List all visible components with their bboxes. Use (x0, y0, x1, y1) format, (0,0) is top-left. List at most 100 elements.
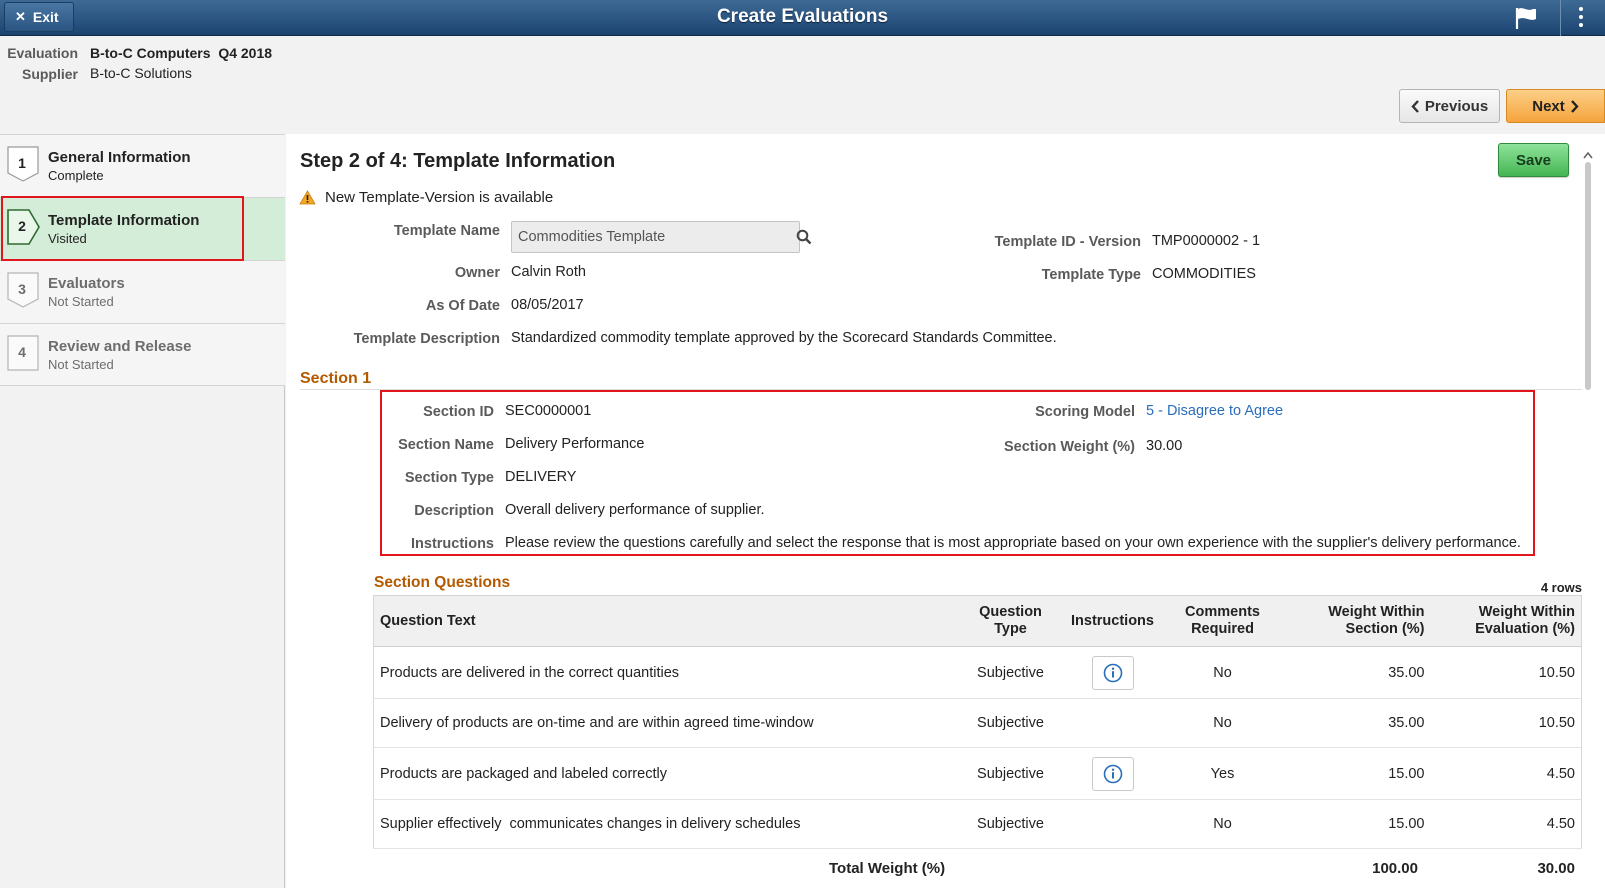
template-type-label: Template Type (1041, 267, 1141, 283)
question-type-cell: Subjective (968, 646, 1053, 699)
scoring-model-link[interactable]: 5 - Disagree to Agree (1146, 403, 1283, 419)
section-description-value: Overall delivery performance of supplier… (505, 502, 765, 518)
column-header-question-type: Question Type (968, 595, 1053, 647)
warning-text: New Template-Version is available (325, 189, 554, 206)
owner-label: Owner (454, 265, 500, 281)
column-header-weight-section: Weight Within Section (%) (1272, 595, 1431, 647)
page-title: Create Evaluations (716, 6, 889, 27)
weight-section-cell: 35.00 (1272, 646, 1431, 699)
save-button[interactable]: Save (1498, 143, 1569, 177)
question-text-cell: Products are delivered in the correct qu… (373, 646, 969, 699)
step-status: Visited (48, 231, 87, 246)
search-icon[interactable] (796, 229, 812, 245)
warning-icon (299, 190, 316, 205)
total-weight-label: Total Weight (%) (829, 860, 946, 877)
step-title: Review and Release (48, 338, 192, 355)
step-general-information[interactable]: 1 General Information Complete (0, 134, 285, 197)
flag-icon[interactable] (1514, 6, 1540, 30)
evaluation-label: Evaluation (7, 45, 78, 61)
as-of-date-label: As Of Date (425, 298, 500, 314)
template-name-input[interactable] (511, 221, 800, 253)
step-status: Not Started (48, 357, 114, 372)
question-type-cell: Subjective (968, 799, 1053, 849)
comments-required-cell: No (1172, 799, 1273, 849)
step-title: Template Information (48, 212, 200, 229)
instructions-cell (1052, 646, 1173, 699)
step-review-and-release[interactable]: 4 Review and Release Not Started (0, 323, 285, 386)
section-instructions-value: Please review the questions carefully an… (505, 535, 1521, 551)
previous-button[interactable]: Previous (1399, 89, 1500, 123)
step-status: Not Started (48, 294, 114, 309)
info-icon (1103, 764, 1122, 783)
step-title: General Information (48, 149, 191, 166)
table-row: Products are packaged and labeled correc… (373, 747, 1582, 800)
section-type-value: DELIVERY (505, 469, 577, 485)
total-weight-section: 100.00 (1372, 860, 1418, 877)
weight-section-cell: 15.00 (1272, 799, 1431, 849)
section-description-label: Description (414, 503, 494, 519)
row-count: 4 rows (1540, 580, 1582, 595)
scrollbar-thumb[interactable] (1585, 162, 1591, 390)
as-of-date-value: 08/05/2017 (511, 297, 584, 313)
section-name-label: Section Name (398, 437, 494, 453)
template-version-warning: New Template-Version is available (299, 189, 553, 206)
next-label: Next (1532, 97, 1565, 115)
step-heading: Step 2 of 4: Template Information (300, 150, 616, 172)
question-text-cell: Products are packaged and labeled correc… (373, 747, 969, 800)
info-icon (1103, 663, 1122, 682)
step-template-information[interactable]: 2 Template Information Visited (0, 197, 285, 260)
section-name-value: Delivery Performance (505, 436, 645, 452)
app-header: ✕ Exit Create Evaluations (0, 0, 1605, 36)
steps-sidebar: 1 General Information Complete 2 Templat… (0, 134, 285, 888)
weight-section-cell: 35.00 (1272, 698, 1431, 748)
scroll-up-icon[interactable] (1581, 150, 1595, 160)
step-badge-current-icon (7, 209, 40, 245)
supplier-label: Supplier (21, 66, 78, 82)
question-text-cell: Supplier effectively communicates change… (373, 799, 969, 849)
weight-section-cell: 15.00 (1272, 747, 1431, 800)
section-id-value: SEC0000001 (505, 403, 592, 419)
previous-label: Previous (1424, 97, 1489, 115)
instructions-cell (1052, 747, 1173, 800)
section-weight-value: 30.00 (1146, 438, 1183, 454)
instructions-button[interactable] (1091, 756, 1134, 791)
instructions-button[interactable] (1091, 655, 1134, 690)
question-type-cell: Subjective (968, 698, 1053, 748)
table-header-row: Question Text Question Type Instructions… (373, 595, 1582, 647)
template-type-value: COMMODITIES (1152, 266, 1256, 282)
table-row: Delivery of products are on-time and are… (373, 698, 1582, 748)
header-divider (1560, 0, 1561, 36)
section-title: Section 1 (300, 370, 372, 387)
instructions-cell (1052, 698, 1173, 748)
section-id-label: Section ID (423, 404, 494, 420)
weight-evaluation-cell: 4.50 (1430, 747, 1582, 800)
template-description-value: Standardized commodity template approved… (511, 330, 1057, 346)
section-weight-label: Section Weight (%) (1003, 439, 1135, 455)
question-text-cell: Delivery of products are on-time and are… (373, 698, 969, 748)
step-badge-icon (7, 335, 39, 371)
instructions-cell (1052, 799, 1173, 849)
column-header-comments-required: Comments Required (1172, 595, 1273, 647)
template-id-label: Template ID - Version (994, 234, 1141, 250)
next-button[interactable]: Next (1506, 89, 1605, 123)
table-row: Products are delivered in the correct qu… (373, 646, 1582, 699)
supplier-value: B-to-C Solutions (90, 65, 192, 81)
weight-evaluation-cell: 4.50 (1430, 799, 1582, 849)
weight-evaluation-cell: 10.50 (1430, 646, 1582, 699)
step-status: Complete (48, 168, 104, 183)
template-name-label: Template Name (393, 223, 500, 239)
step-evaluators[interactable]: 3 Evaluators Not Started (0, 260, 285, 323)
table-row: Supplier effectively communicates change… (373, 799, 1582, 849)
question-type-cell: Subjective (968, 747, 1053, 800)
section-questions-table: Question Text Question Type Instructions… (373, 595, 1582, 849)
kebab-menu-icon[interactable] (1577, 5, 1585, 31)
template-id-value: TMP0000002 - 1 (1152, 233, 1261, 249)
total-weight-evaluation: 30.00 (1537, 860, 1575, 877)
step-badge-icon (7, 146, 39, 182)
template-description-label: Template Description (353, 331, 500, 347)
comments-required-cell: No (1172, 698, 1273, 748)
column-header-weight-evaluation: Weight Within Evaluation (%) (1430, 595, 1582, 647)
comments-required-cell: No (1172, 646, 1273, 699)
evaluation-value: B-to-C Computers Q4 2018 (90, 45, 273, 61)
column-header-question-text: Question Text (373, 595, 969, 647)
